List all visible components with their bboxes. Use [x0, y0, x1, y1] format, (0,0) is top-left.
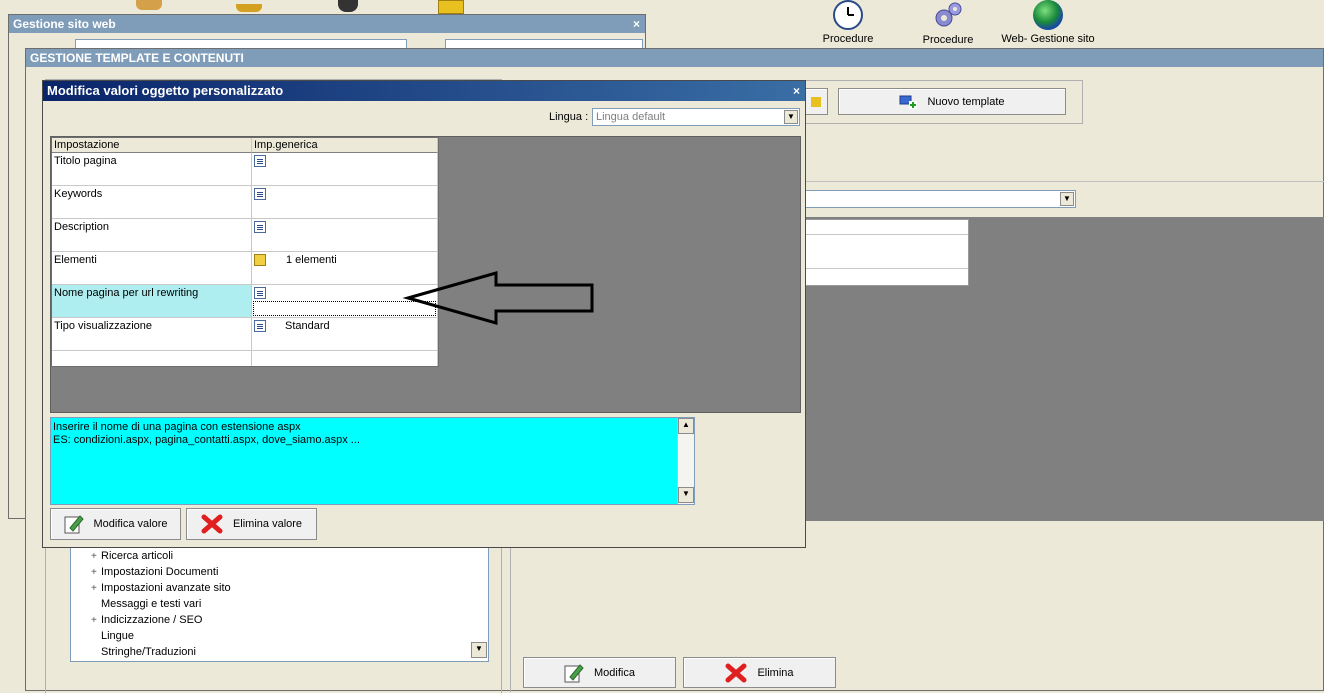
scrollbar[interactable]: ▲ ▼	[677, 418, 694, 504]
add-template-icon	[899, 95, 918, 109]
lingua-select[interactable]: Lingua default ▼	[592, 108, 800, 126]
grid-row-name: Tipo visualizzazione	[52, 318, 252, 351]
divider	[786, 181, 1324, 182]
text-edit-icon[interactable]	[254, 320, 266, 332]
text-edit-icon[interactable]	[254, 155, 266, 167]
delete-value-button[interactable]: Elimina valore	[186, 508, 317, 540]
tree-item[interactable]: Lingue	[91, 630, 134, 642]
tree-item[interactable]: + Impostazioni Documenti	[91, 566, 218, 578]
folder-elements-icon[interactable]	[254, 254, 266, 266]
dialog-title: Modifica valori oggetto personalizzato ×	[43, 81, 805, 101]
gears-icon	[935, 2, 962, 27]
window-title: GESTIONE TEMPLATE E CONTENUTI	[26, 49, 1323, 67]
template-combo[interactable]: ▼	[786, 190, 1076, 208]
tree-view: + Ricerca articoli + Impostazioni Document…	[70, 544, 489, 662]
toolbar-partial-icon[interactable]	[338, 0, 358, 12]
grid-header: Imp.generica	[252, 138, 438, 153]
toolbar-partial-icon[interactable]	[136, 0, 162, 10]
text-edit-icon[interactable]	[254, 221, 266, 233]
tree-item[interactable]: + Indicizzazione / SEO	[91, 614, 203, 626]
modify-value-button[interactable]: Modifica valore	[50, 508, 181, 540]
grid-row-empty	[52, 351, 252, 366]
new-template-button[interactable]: Nuovo template	[838, 88, 1066, 115]
template-grid	[786, 219, 969, 286]
edit-icon	[564, 663, 584, 682]
folder-button-partial[interactable]	[804, 88, 828, 115]
close-icon[interactable]: ×	[633, 15, 640, 33]
toolbar-partial-icon[interactable]	[236, 4, 262, 12]
chevron-down-icon[interactable]: ▼	[784, 110, 798, 124]
grid-row-value[interactable]	[252, 186, 438, 219]
grid-row-value[interactable]	[252, 153, 438, 186]
grid-row-name: Titolo pagina	[52, 153, 252, 186]
chevron-down-icon[interactable]: ▼	[1060, 192, 1074, 206]
tree-item[interactable]: Stringhe/Traduzioni	[91, 646, 196, 658]
dialog-modifica-valori: Modifica valori oggetto personalizzato × …	[42, 80, 806, 548]
text-edit-icon[interactable]	[254, 188, 266, 200]
close-icon[interactable]: ×	[793, 81, 800, 101]
tree-item[interactable]: + Ricerca articoli	[91, 550, 173, 562]
delete-x-icon	[201, 514, 223, 534]
folder-icon	[811, 96, 821, 107]
modify-button[interactable]: Modifica	[523, 657, 676, 688]
lingua-label: Lingua :	[549, 111, 589, 123]
grid-header: Impostazione	[52, 138, 252, 153]
delete-x-icon	[725, 663, 747, 682]
globe-icon	[1033, 0, 1063, 30]
scroll-down-icon[interactable]: ▼	[471, 642, 487, 658]
scroll-up-icon[interactable]: ▲	[678, 418, 694, 434]
grid-row-name-selected: Nome pagina per url rewriting	[52, 285, 252, 318]
grid-row-name: Keywords	[52, 186, 252, 219]
toolbar-partial-icon[interactable]	[438, 0, 464, 14]
toolbar-web-gestione-sito[interactable]: Web- Gestione sito	[998, 0, 1098, 45]
window-title: Gestione sito web ×	[9, 15, 645, 33]
toolbar-procedure-2[interactable]: Procedure	[908, 0, 988, 46]
hint-textarea[interactable]: Inserire il nome di una pagina con esten…	[50, 417, 695, 505]
grid-row-value[interactable]	[252, 219, 438, 252]
toolbar-procedure-1[interactable]: Procedure	[808, 0, 888, 45]
grid-row-name: Description	[52, 219, 252, 252]
tree-item[interactable]: Messaggi e testi vari	[91, 598, 201, 610]
edit-icon	[64, 515, 84, 534]
settings-grid: Impostazione Imp.generica Titolo pagina …	[51, 137, 439, 367]
annotation-arrow	[402, 271, 594, 325]
scroll-down-icon[interactable]: ▼	[678, 487, 694, 503]
tree-item[interactable]: + Impostazioni avanzate sito	[91, 582, 231, 594]
grid-row-empty	[252, 351, 438, 366]
delete-button[interactable]: Elimina	[683, 657, 836, 688]
text-edit-icon[interactable]	[254, 287, 266, 299]
clock-icon	[833, 0, 863, 30]
grid-row-name: Elementi	[52, 252, 252, 285]
